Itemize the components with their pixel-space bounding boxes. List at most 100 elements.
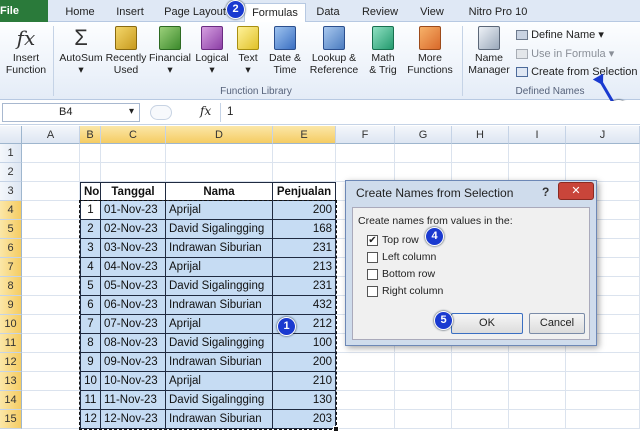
row-header-10[interactable]: 10 [0, 315, 22, 334]
table-cell[interactable]: 231 [273, 239, 336, 258]
table-cell[interactable]: 10-Nov-23 [101, 372, 166, 391]
define-name-button[interactable]: Define Name ▾ [516, 28, 604, 41]
row-header-2[interactable]: 2 [0, 163, 22, 182]
table-cell[interactable]: 200 [273, 201, 336, 220]
column-header-d[interactable]: D [166, 126, 273, 144]
table-cell[interactable]: 100 [273, 334, 336, 353]
table-cell[interactable]: 4 [80, 258, 101, 277]
table-cell[interactable]: Aprijal [166, 201, 273, 220]
table-cell[interactable]: 231 [273, 277, 336, 296]
table-cell[interactable]: 6 [80, 296, 101, 315]
formula-input[interactable]: 1 [220, 103, 638, 122]
checkbox-bottom-row[interactable]: Bottom row [367, 268, 435, 280]
table-cell[interactable]: 3 [80, 239, 101, 258]
column-header-i[interactable]: I [509, 126, 566, 144]
select-all-corner[interactable] [0, 126, 22, 144]
cancel-button[interactable]: Cancel [529, 313, 585, 334]
table-cell[interactable]: 12 [80, 410, 101, 429]
table-cell[interactable]: Aprijal [166, 315, 273, 334]
table-cell[interactable]: 11 [80, 391, 101, 410]
checkbox-right-column[interactable]: Right column [367, 285, 443, 297]
table-cell[interactable]: 04-Nov-23 [101, 258, 166, 277]
row-header-4[interactable]: 4 [0, 201, 22, 220]
checkbox-left-column[interactable]: Left column [367, 251, 436, 263]
column-header-e[interactable]: E [273, 126, 336, 144]
table-cell[interactable]: 168 [273, 220, 336, 239]
table-cell[interactable]: 8 [80, 334, 101, 353]
column-header-c[interactable]: C [101, 126, 166, 144]
table-cell[interactable]: 130 [273, 391, 336, 410]
table-cell[interactable]: 2 [80, 220, 101, 239]
table-cell[interactable]: 200 [273, 353, 336, 372]
table-cell[interactable]: 203 [273, 410, 336, 429]
date-time-button[interactable]: Date & Time [264, 24, 306, 76]
table-cell[interactable]: David Sigalingging [166, 277, 273, 296]
row-header-3[interactable]: 3 [0, 182, 22, 201]
row-header-1[interactable]: 1 [0, 144, 22, 163]
use-in-formula-button[interactable]: Use in Formula ▾ [516, 47, 614, 60]
table-cell[interactable]: 432 [273, 296, 336, 315]
row-header-13[interactable]: 13 [0, 372, 22, 391]
table-cell[interactable]: 5 [80, 277, 101, 296]
tab-nitro-pro[interactable]: Nitro Pro 10 [462, 3, 534, 22]
column-header-h[interactable]: H [452, 126, 509, 144]
table-cell[interactable]: Aprijal [166, 258, 273, 277]
table-cell[interactable]: 11-Nov-23 [101, 391, 166, 410]
table-cell[interactable]: Aprijal [166, 372, 273, 391]
table-cell[interactable]: 213 [273, 258, 336, 277]
tab-data[interactable]: Data [308, 3, 348, 22]
table-cell[interactable]: 12-Nov-23 [101, 410, 166, 429]
table-cell[interactable]: David Sigalingging [166, 220, 273, 239]
column-header-b[interactable]: B [80, 126, 101, 144]
logical-button[interactable]: Logical ▾ [192, 24, 232, 76]
row-header-6[interactable]: 6 [0, 239, 22, 258]
table-cell[interactable]: 01-Nov-23 [101, 201, 166, 220]
tab-page-layout[interactable]: Page Layout [160, 3, 230, 22]
text-button[interactable]: Text ▾ [233, 24, 263, 76]
formula-bar-divider[interactable] [150, 105, 172, 120]
table-cell[interactable]: 02-Nov-23 [101, 220, 166, 239]
table-cell[interactable]: Indrawan Siburian [166, 410, 273, 429]
row-header-7[interactable]: 7 [0, 258, 22, 277]
lookup-reference-button[interactable]: Lookup & Reference [306, 24, 362, 76]
row-header-11[interactable]: 11 [0, 334, 22, 353]
table-header-cell[interactable]: Tanggal [101, 182, 166, 201]
fill-handle[interactable] [333, 426, 339, 432]
table-cell[interactable]: David Sigalingging [166, 391, 273, 410]
table-cell[interactable]: 9 [80, 353, 101, 372]
close-icon[interactable]: ✕ [558, 182, 594, 200]
table-cell[interactable]: Indrawan Siburian [166, 353, 273, 372]
table-header-cell[interactable]: Nama [166, 182, 273, 201]
table-cell[interactable]: 7 [80, 315, 101, 334]
ok-button[interactable]: OK [451, 313, 523, 334]
table-cell[interactable]: Indrawan Siburian [166, 239, 273, 258]
table-cell[interactable]: 05-Nov-23 [101, 277, 166, 296]
insert-function-button[interactable]: fx Insert Function [2, 24, 50, 76]
column-header-f[interactable]: F [336, 126, 395, 144]
row-header-9[interactable]: 9 [0, 296, 22, 315]
more-functions-button[interactable]: More Functions [404, 24, 456, 76]
name-box[interactable]: B4 ▾ [2, 103, 140, 122]
table-header-cell[interactable]: No [80, 182, 101, 201]
insert-function-icon[interactable]: fx [200, 104, 211, 118]
table-cell[interactable]: 210 [273, 372, 336, 391]
table-cell[interactable]: 09-Nov-23 [101, 353, 166, 372]
math-trig-button[interactable]: Math & Trig [362, 24, 404, 76]
table-header-cell[interactable]: Penjualan [273, 182, 336, 201]
tab-insert[interactable]: Insert [108, 3, 152, 22]
tab-view[interactable]: View [412, 3, 452, 22]
name-manager-button[interactable]: Name Manager [466, 24, 512, 76]
table-cell[interactable]: 06-Nov-23 [101, 296, 166, 315]
tab-home[interactable]: Home [58, 3, 102, 22]
column-header-j[interactable]: J [566, 126, 640, 144]
row-header-8[interactable]: 8 [0, 277, 22, 296]
column-header-g[interactable]: G [395, 126, 452, 144]
table-cell[interactable]: 1 [80, 201, 101, 220]
tab-formulas[interactable]: Formulas [244, 3, 306, 23]
row-header-14[interactable]: 14 [0, 391, 22, 410]
financial-button[interactable]: Financial ▾ [147, 24, 193, 76]
column-header-a[interactable]: A [22, 126, 80, 144]
tab-review[interactable]: Review [355, 3, 405, 22]
autosum-button[interactable]: Σ AutoSum ▾ [56, 24, 106, 76]
table-cell[interactable]: 03-Nov-23 [101, 239, 166, 258]
